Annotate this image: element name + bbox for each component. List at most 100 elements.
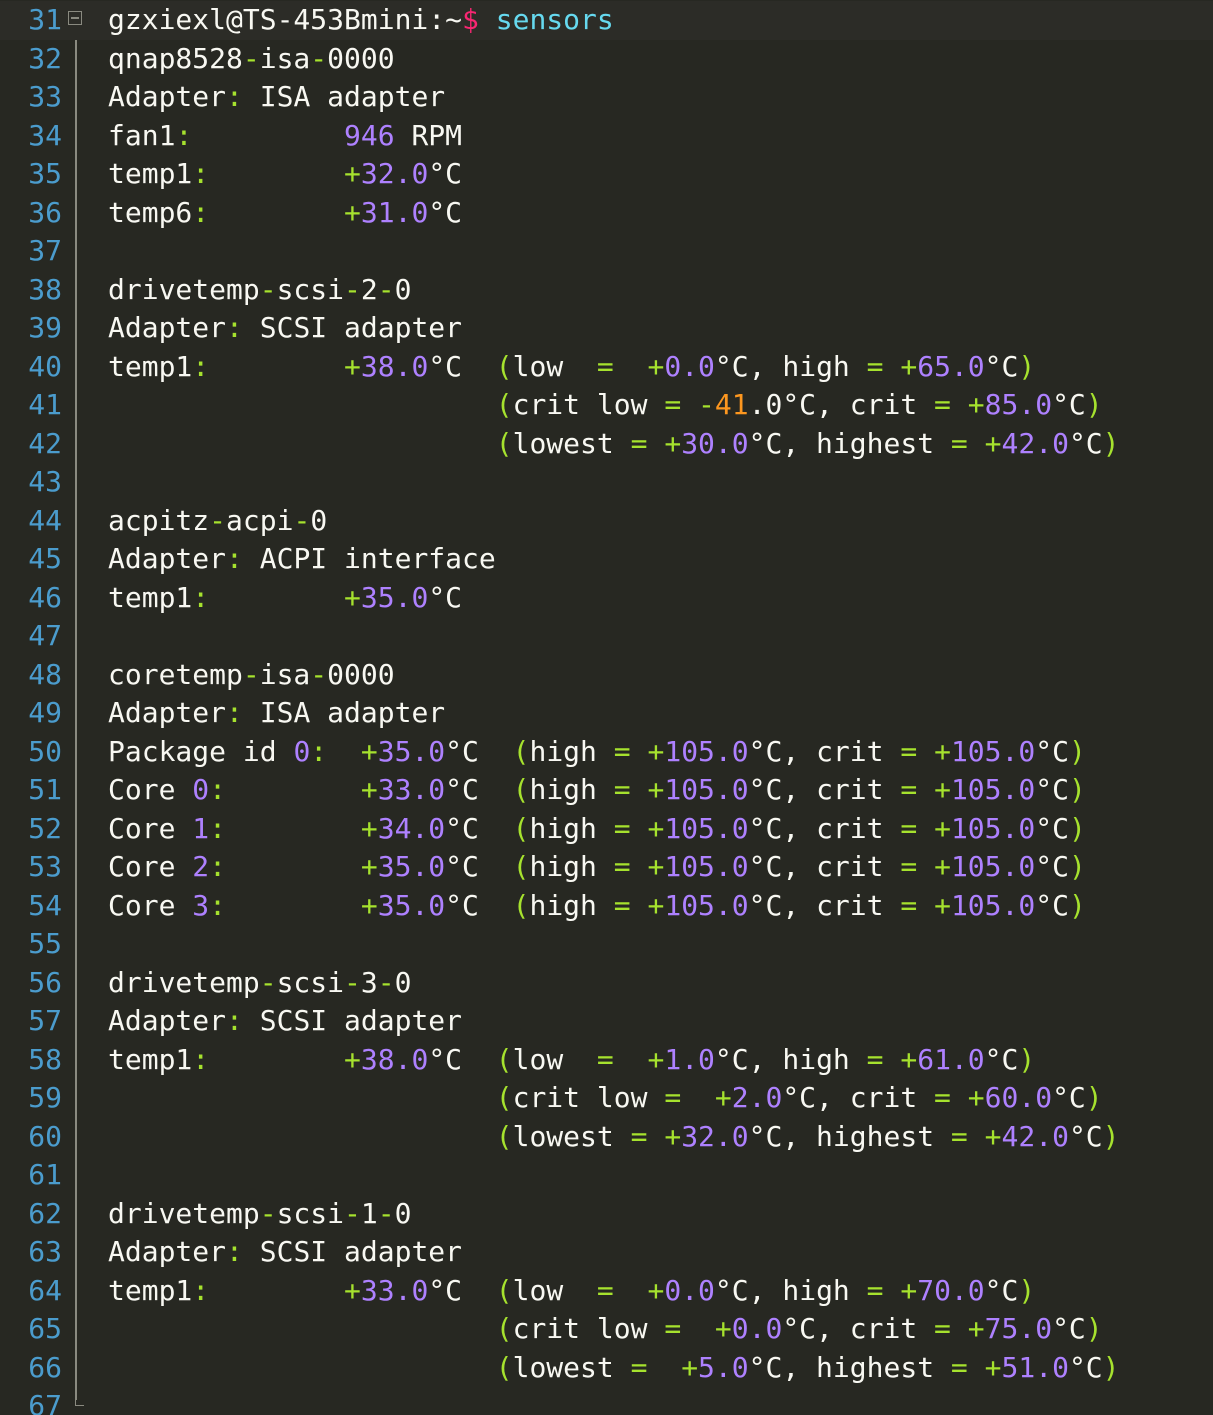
text-token: °C <box>1052 388 1086 421</box>
code-line[interactable]: 66 (lowest = +5.0°C, highest = +51.0°C) <box>0 1349 1213 1388</box>
code-line[interactable]: 34 fan1: 946 RPM <box>0 117 1213 156</box>
text-token: SCSI adapter <box>242 311 463 344</box>
punctuation-token: = <box>900 734 918 768</box>
code-line[interactable]: 32 qnap8528-isa-0000 <box>0 40 1213 79</box>
punctuation-token: + <box>934 888 951 922</box>
code-line[interactable]: 50 Package id 0: +35.0°C (high = +105.0°C… <box>0 733 1213 772</box>
text-token: coretemp <box>108 657 243 691</box>
punctuation-token: : <box>226 1004 243 1037</box>
punctuation-token: ) <box>1085 1312 1103 1345</box>
code-line[interactable]: 63 Adapter: SCSI adapter <box>0 1233 1213 1272</box>
punctuation-token: : <box>192 1042 210 1076</box>
code-line[interactable]: 47 <box>0 617 1213 656</box>
number-token: 2.0 <box>731 1081 783 1114</box>
line-content: Adapter: ISA adapter <box>108 694 445 733</box>
code-line[interactable]: 60 (lowest = +32.0°C, highest = +42.0°C) <box>0 1118 1213 1157</box>
punctuation-token: ) <box>1102 1350 1120 1384</box>
text-token: 0 <box>394 272 412 306</box>
text-token: °C, crit <box>748 888 901 922</box>
code-line[interactable]: 41 (crit low = -41.0°C, crit = +85.0°C) <box>0 386 1213 425</box>
code-line[interactable]: 31 gzxiexl@TS-453Bmini:~$ sensors <box>0 1 1213 40</box>
code-line[interactable]: 33 Adapter: ISA adapter <box>0 78 1213 117</box>
fold-collapse-icon[interactable] <box>68 11 82 25</box>
text-token: ACPI interface <box>242 542 496 575</box>
punctuation-token: ( <box>495 388 513 421</box>
text-token: °C, highest <box>748 1350 951 1384</box>
code-line[interactable]: 65 (crit low = +0.0°C, crit = +75.0°C) <box>0 1310 1213 1349</box>
code-line[interactable]: 39 Adapter: SCSI adapter <box>0 309 1213 348</box>
code-line[interactable]: 62 drivetemp-scsi-1-0 <box>0 1195 1213 1234</box>
line-number: 62 <box>28 1196 62 1230</box>
code-line[interactable]: 55 <box>0 925 1213 964</box>
text-token: high <box>529 734 614 768</box>
code-line[interactable]: 43 <box>0 463 1213 502</box>
line-number: 41 <box>28 388 62 421</box>
line-content: temp1: +32.0°C <box>108 155 462 194</box>
code-line[interactable]: 58 temp1: +38.0°C (low = +1.0°C, high = +… <box>0 1041 1213 1080</box>
code-line[interactable]: 56 drivetemp-scsi-3-0 <box>0 964 1213 1003</box>
number-token: 0 <box>192 773 210 806</box>
code-line[interactable]: 38 drivetemp-scsi-2-0 <box>0 271 1213 310</box>
code-line[interactable]: 44 acpitz-acpi-0 <box>0 502 1213 541</box>
punctuation-token: + <box>967 388 985 421</box>
punctuation-token: = <box>900 811 918 845</box>
punctuation-token: + <box>344 1042 361 1076</box>
punctuation-token: - <box>259 272 277 306</box>
punctuation-token: + <box>984 1119 1002 1153</box>
text-token: °C <box>428 349 496 383</box>
code-line[interactable]: 46 temp1: +35.0°C <box>0 579 1213 618</box>
line-content: Core 2: +35.0°C (high = +105.0°C, crit =… <box>108 848 1086 887</box>
text-token: Core <box>108 888 193 922</box>
punctuation-token: + <box>967 1312 985 1345</box>
text-token: °C <box>1068 1119 1103 1153</box>
text-token: isa <box>259 657 311 691</box>
code-line[interactable]: 64 temp1: +33.0°C (low = +0.0°C, high = +… <box>0 1272 1213 1311</box>
line-number: 52 <box>28 811 62 845</box>
text-token: Core <box>108 773 193 806</box>
code-line[interactable]: 35 temp1: +32.0°C <box>0 155 1213 194</box>
text-token: 1 <box>360 1196 378 1230</box>
code-line[interactable]: 67 <box>0 1387 1213 1415</box>
code-editor[interactable]: 31 gzxiexl@TS-453Bmini:~$ sensors 32 qnap85… <box>0 0 1213 1415</box>
code-line[interactable]: 37 <box>0 232 1213 271</box>
punctuation-token: : <box>192 195 210 229</box>
code-line[interactable]: 49 Adapter: ISA adapter <box>0 694 1213 733</box>
code-line[interactable]: 42 (lowest = +30.0°C, highest = +42.0°C) <box>0 425 1213 464</box>
code-line[interactable]: 51 Core 0: +33.0°C (high = +105.0°C, crit… <box>0 771 1213 810</box>
number-token: 32.0 <box>681 1119 749 1153</box>
code-line[interactable]: 54 Core 3: +35.0°C (high = +105.0°C, crit… <box>0 887 1213 926</box>
number-token: 38.0 <box>360 349 429 383</box>
line-content: qnap8528-isa-0000 <box>108 40 395 79</box>
code-line[interactable]: 59 (crit low = +2.0°C, crit = +60.0°C) <box>0 1079 1213 1118</box>
punctuation-token: = <box>950 1350 968 1384</box>
punctuation-token: = <box>934 1312 951 1345</box>
code-line[interactable]: 36 temp6: +31.0°C <box>0 194 1213 233</box>
text-token: crit low <box>512 388 665 421</box>
text-token: °C <box>445 773 513 806</box>
line-number: 46 <box>28 580 62 614</box>
code-line[interactable]: 61 <box>0 1156 1213 1195</box>
code-line[interactable]: 45 Adapter: ACPI interface <box>0 540 1213 579</box>
punctuation-token: : <box>192 1273 210 1307</box>
negative-number-token: 41 <box>714 388 749 421</box>
text-token: °C <box>445 811 513 845</box>
code-line[interactable]: 52 Core 1: +34.0°C (high = +105.0°C, crit… <box>0 810 1213 849</box>
line-number: 38 <box>28 272 62 306</box>
code-line[interactable]: 48 coretemp-isa-0000 <box>0 656 1213 695</box>
line-number: 45 <box>28 542 62 575</box>
punctuation-token: + <box>714 1312 732 1345</box>
code-line[interactable]: 57 Adapter: SCSI adapter <box>0 1002 1213 1041</box>
number-token: 1.0 <box>664 1042 715 1076</box>
punctuation-token: + <box>984 426 1002 460</box>
punctuation-token: - <box>259 1196 277 1230</box>
code-line[interactable]: 40 temp1: +38.0°C (low = +0.0°C, high = +… <box>0 348 1213 387</box>
code-line[interactable]: 53 Core 2: +35.0°C (high = +105.0°C, crit… <box>0 848 1213 887</box>
line-content: temp1: +38.0°C (low = +1.0°C, high = +61… <box>108 1041 1035 1080</box>
